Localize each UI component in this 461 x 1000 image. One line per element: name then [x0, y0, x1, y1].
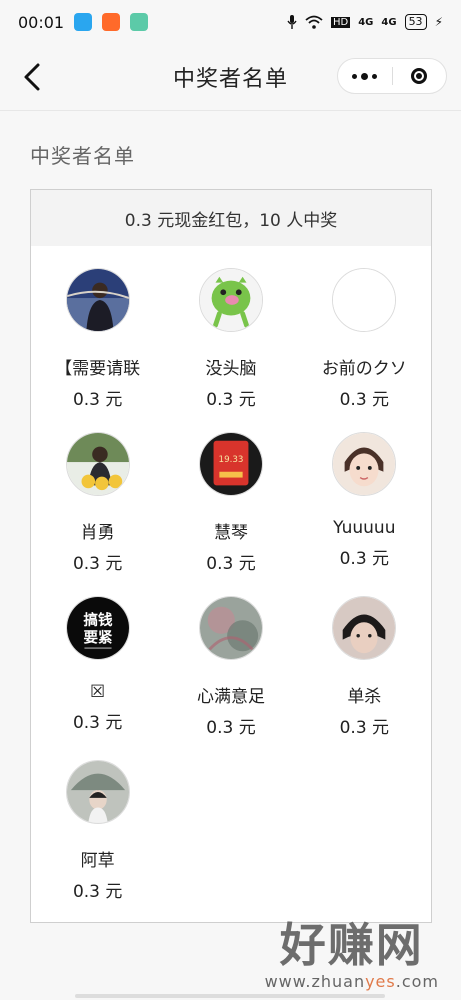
watermark-url-prefix: www.zhuan: [264, 972, 366, 991]
avatar: 搞钱 要紧: [65, 596, 130, 660]
more-button[interactable]: [338, 59, 392, 93]
avatar-text-line1: 搞钱: [83, 611, 113, 629]
winner-amount: 0.3 元: [206, 554, 256, 574]
winner-amount: 0.3 元: [72, 554, 123, 574]
watermark-url: www.zhuanyes.com: [265, 972, 439, 991]
avatar: 19.33: [198, 432, 263, 496]
winner-name: 阿草: [80, 851, 115, 871]
winner-item: 肖勇 0.3 元: [31, 410, 164, 574]
avatar: [332, 596, 397, 660]
more-dots-icon: [352, 73, 358, 79]
winner-item: 没头脑 0.3 元: [164, 246, 297, 410]
winner-name: 【需要请联: [55, 359, 141, 379]
winner-name: ☒: [90, 682, 106, 702]
winner-item: Yuuuuu 0.3 元: [298, 410, 431, 574]
avatar: [65, 760, 130, 824]
avatar-text-line2: 要紧: [83, 630, 113, 647]
more-dots-icon: [372, 73, 378, 79]
target-circle-icon: [411, 68, 428, 84]
avatar: [65, 268, 130, 332]
clock: 00:01: [18, 12, 65, 32]
prize-summary: 0.3 元现金红包，10 人中奖: [31, 190, 431, 246]
avatar: [198, 268, 263, 332]
winner-amount: 0.3 元: [339, 549, 390, 569]
miniprogram-capsule: [337, 58, 447, 94]
section-title: 中奖者名单: [30, 144, 135, 168]
avatar: [332, 268, 397, 332]
winner-amount: 0.3 元: [206, 390, 256, 410]
signal-2: 4G: [381, 16, 397, 28]
back-button[interactable]: [20, 62, 48, 92]
watermark: 好赚网 www.zhuanyes.com: [265, 918, 439, 991]
taobao-app-icon: [102, 13, 121, 31]
chevron-left-icon: [24, 63, 40, 91]
winner-amount: 0.3 元: [339, 390, 390, 410]
hd-badge: HD: [330, 16, 351, 28]
signal-1: 4G: [358, 16, 374, 28]
winner-item: 阿草 0.3 元: [31, 738, 164, 902]
winner-item: 19.33 慧琴 0.3 元: [164, 410, 297, 574]
watermark-brand: 好赚网: [279, 918, 424, 972]
winner-amount: 0.3 元: [72, 882, 123, 902]
winner-name: 慧琴: [213, 523, 248, 543]
charging-icon: ⚡: [434, 15, 443, 29]
winner-amount: 0.3 元: [206, 718, 256, 738]
winners-card: 0.3 元现金红包，10 人中奖 【需要请联 0.3 元 没头脑 0.3 元 お…: [30, 189, 432, 923]
winners-grid: 【需要请联 0.3 元 没头脑 0.3 元 お前のクソ 0.3 元 肖勇 0.3…: [31, 246, 431, 902]
watermark-url-highlight: yes: [365, 972, 396, 991]
more-dots-icon: [361, 72, 369, 80]
navigation-bar: 中奖者名单: [0, 44, 461, 111]
winner-item: 【需要请联 0.3 元: [31, 246, 164, 410]
home-indicator: [75, 994, 385, 998]
qq-app-icon: [74, 13, 93, 31]
avatar: [65, 432, 130, 496]
page-title: 中奖者名单: [172, 67, 288, 92]
close-miniprogram-button[interactable]: [393, 59, 447, 93]
status-right: HD 4G 4G 53 ⚡: [287, 14, 443, 30]
wifi-icon: [305, 15, 323, 29]
winner-amount: 0.3 元: [72, 390, 123, 410]
winner-amount: 0.3 元: [339, 718, 390, 738]
avatar: [332, 432, 397, 496]
winner-item: 搞钱 要紧 ☒ 0.3 元: [31, 574, 164, 738]
winner-amount: 0.3 元: [72, 713, 123, 733]
winner-name: Yuuuuu: [333, 518, 396, 538]
winner-name: 没头脑: [205, 359, 257, 379]
teal-app-icon: [130, 13, 149, 31]
winner-name: 心满意足: [196, 687, 265, 707]
status-bar: 00:01 HD 4G 4G 53 ⚡: [0, 0, 461, 44]
winner-item: お前のクソ 0.3 元: [298, 246, 431, 410]
packet-value: 19.33: [219, 455, 244, 465]
winner-name: お前のクソ: [321, 359, 407, 379]
battery-indicator: 53: [404, 14, 427, 30]
watermark-url-suffix: .com: [395, 972, 439, 991]
winner-item: 单杀 0.3 元: [298, 574, 431, 738]
status-left: 00:01: [18, 12, 149, 32]
mic-icon: [287, 15, 297, 29]
avatar: [198, 596, 263, 660]
winner-name: 肖勇: [80, 523, 115, 543]
winner-item: 心满意足 0.3 元: [164, 574, 297, 738]
winner-name: 单杀: [347, 687, 382, 707]
